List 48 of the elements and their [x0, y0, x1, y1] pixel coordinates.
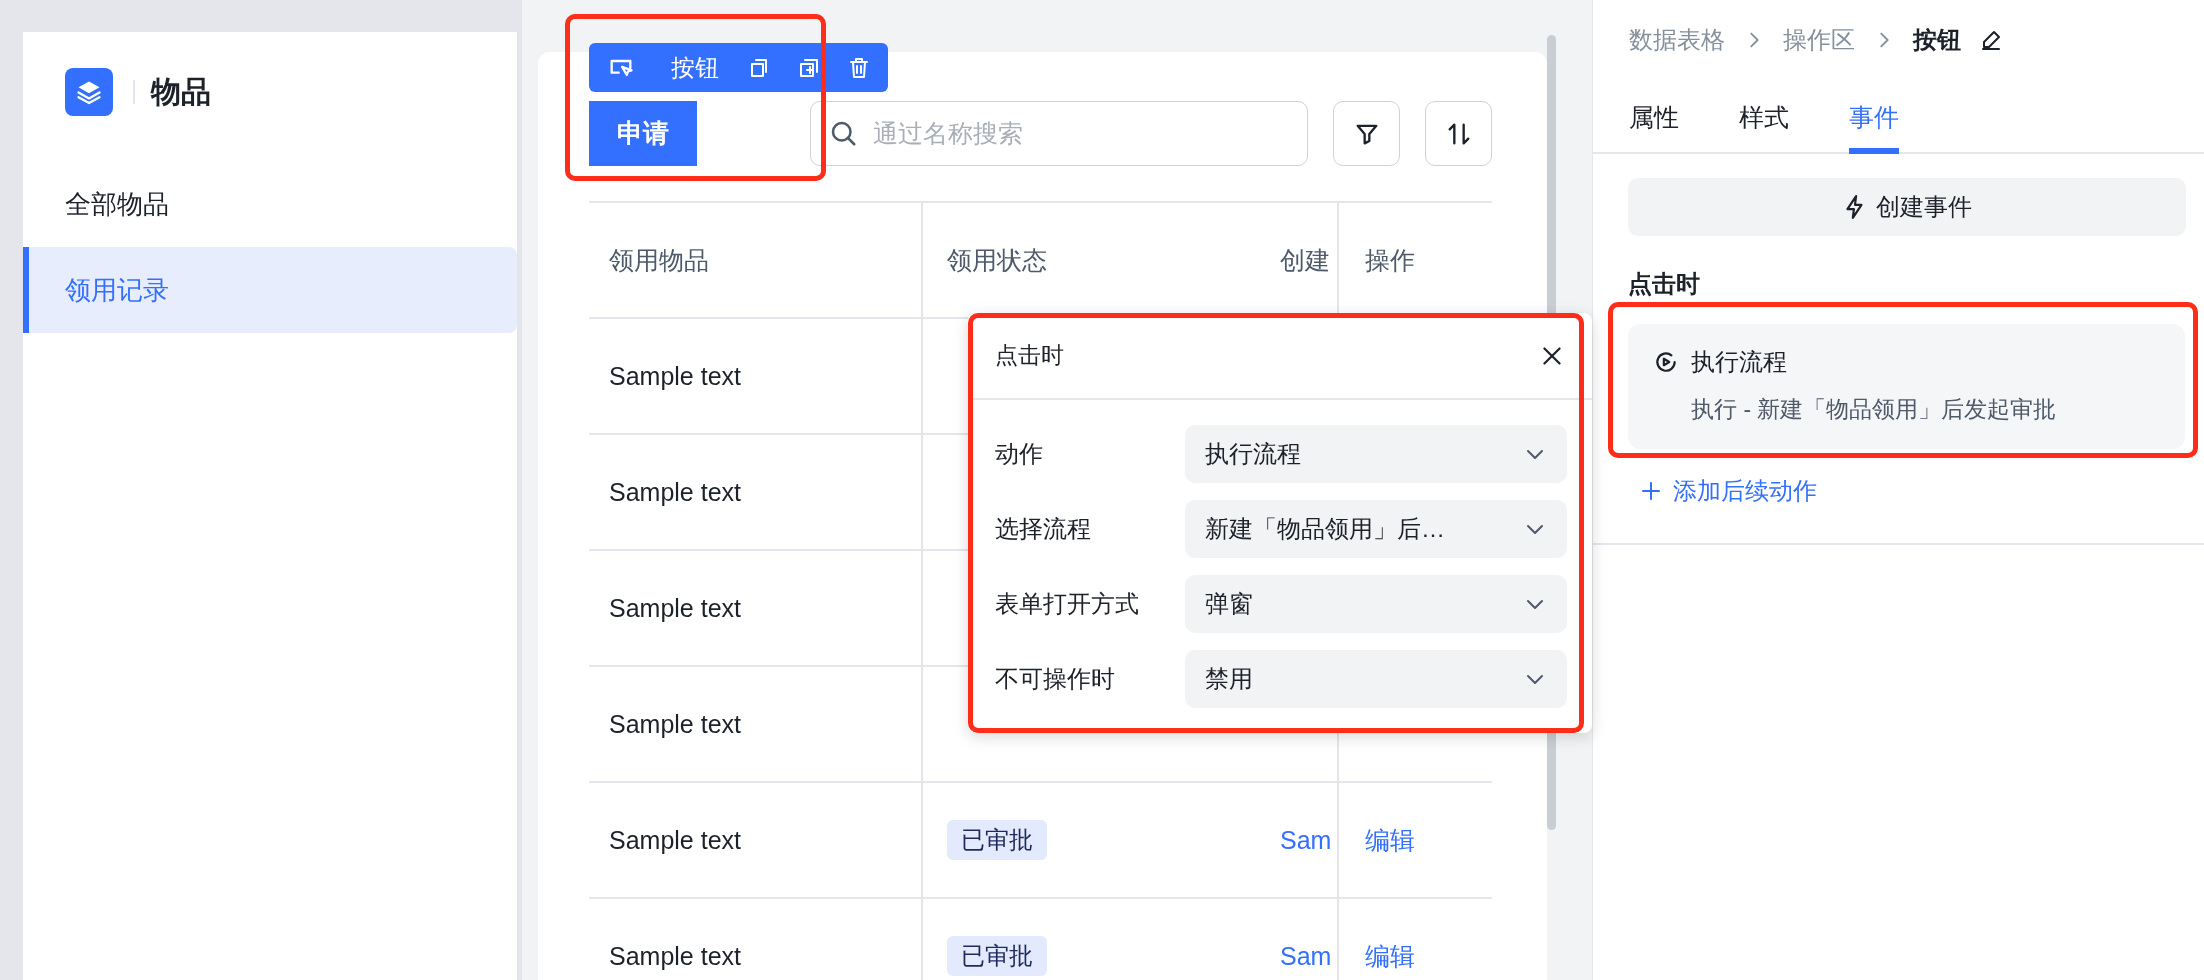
table-cell: Sample text — [589, 551, 923, 665]
event-card[interactable]: 执行流程 执行 - 新建「物品领用」后发起审批 — [1628, 324, 2185, 449]
tab[interactable]: 事件 — [1849, 101, 1899, 154]
dropdown-select[interactable]: 新建「物品领用」后… — [1185, 500, 1567, 558]
table-cell: Sample text — [589, 319, 923, 433]
plus-icon — [1639, 479, 1663, 503]
event-description: 执行 - 新建「物品领用」后发起审批 — [1691, 395, 2058, 424]
edit-link[interactable]: 编辑 — [1365, 823, 1415, 857]
app-title: 物品 — [151, 73, 211, 110]
column-header: 领用物品 — [589, 203, 923, 317]
table-cell: Sample text — [589, 667, 923, 781]
sort-button[interactable] — [1425, 101, 1492, 166]
search-field[interactable]: 通过名称搜索 — [810, 101, 1308, 166]
status-tag: 已审批 — [947, 820, 1047, 860]
table-cell: Sample text — [589, 783, 923, 897]
sidebar-item[interactable]: 领用记录 — [23, 247, 517, 333]
event-title: 执行流程 — [1691, 347, 1787, 377]
status-tag: 已审批 — [947, 936, 1047, 976]
table-link[interactable]: Sam — [1280, 825, 1332, 855]
tab[interactable]: 属性 — [1629, 101, 1679, 154]
column-header: 领用状态 — [946, 244, 1048, 276]
component-label: 按钮 — [671, 52, 719, 83]
field-label: 表单打开方式 — [995, 589, 1140, 619]
dropdown-select[interactable]: 禁用 — [1185, 650, 1567, 708]
breadcrumb-item[interactable]: 数据表格 — [1629, 24, 1725, 56]
field-label: 不可操作时 — [995, 664, 1116, 694]
apply-button[interactable]: 申请 — [589, 101, 697, 166]
table-cell: Sample text — [589, 899, 923, 980]
table-link[interactable]: Sam — [1280, 941, 1332, 971]
sidebar-item[interactable]: 全部物品 — [23, 161, 517, 247]
popup-title: 点击时 — [995, 341, 1064, 370]
add-action-link[interactable]: 添加后续动作 — [1639, 475, 1817, 507]
column-header: 创建 — [1279, 244, 1331, 276]
filter-button[interactable] — [1333, 101, 1400, 166]
dropdown-select[interactable]: 执行流程 — [1185, 425, 1567, 483]
play-circle-icon — [1653, 349, 1679, 375]
breadcrumb-item[interactable]: 操作区 — [1783, 24, 1855, 56]
section-title: 点击时 — [1628, 269, 1701, 299]
breadcrumb-item: 按钮 — [1913, 25, 1961, 55]
trash-icon[interactable] — [847, 55, 871, 80]
dropdown-select[interactable]: 弹窗 — [1185, 575, 1567, 633]
edit-link[interactable]: 编辑 — [1365, 939, 1415, 973]
tab[interactable]: 样式 — [1739, 101, 1789, 154]
pencil-icon[interactable] — [1979, 28, 2003, 52]
field-label: 动作 — [995, 439, 1044, 469]
create-event-button[interactable]: 创建事件 — [1628, 178, 2186, 236]
field-label: 选择流程 — [995, 514, 1092, 544]
table-cell: Sample text — [589, 435, 923, 549]
